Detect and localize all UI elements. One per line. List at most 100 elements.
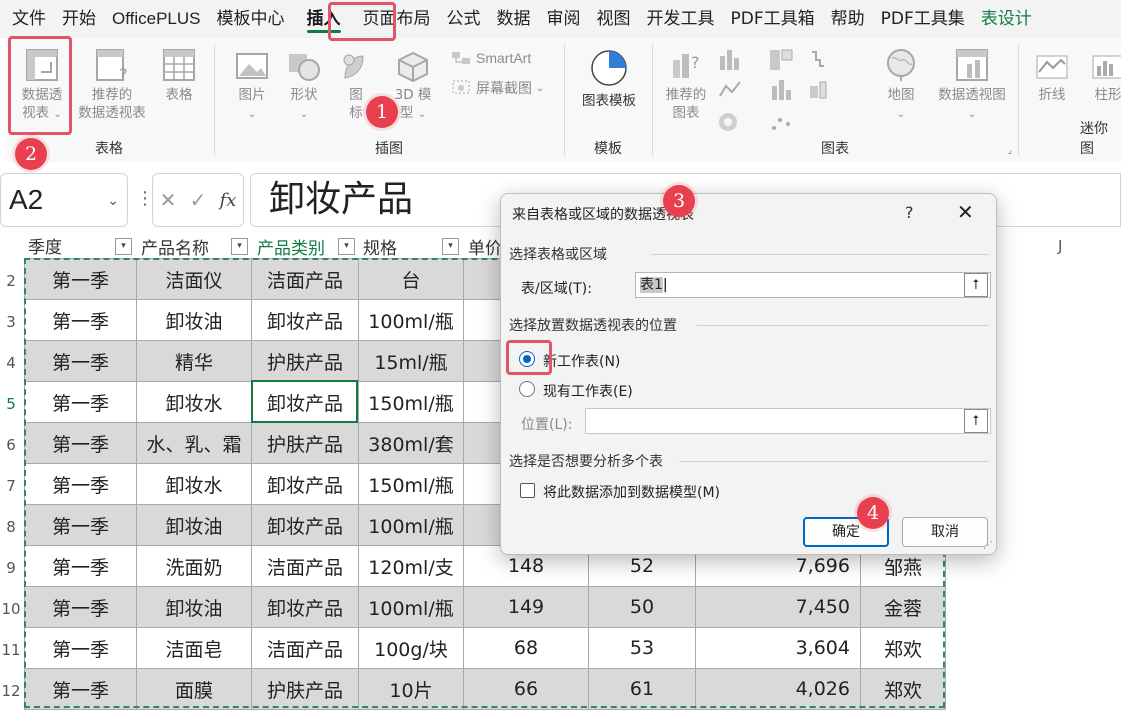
table-cell[interactable]: 卸妆产品 [252, 464, 359, 505]
cancel-button[interactable]: 取消 [902, 517, 988, 547]
scatter-chart-icon[interactable] [772, 118, 790, 130]
table-cell[interactable]: 卸妆油 [137, 300, 252, 341]
collapse-range-icon[interactable]: ⭡ [964, 273, 988, 297]
table-cell[interactable]: 15ml/瓶 [359, 341, 464, 382]
table-cell[interactable]: 卸妆产品 [252, 300, 359, 341]
menu-pdf-toolbox[interactable]: PDF工具箱 [723, 0, 823, 38]
table-cell[interactable]: 100ml/瓶 [359, 505, 464, 546]
table-cell[interactable]: 洁面产品 [252, 259, 359, 300]
filter-dropdown-icon[interactable]: ▾ [231, 238, 248, 255]
table-cell[interactable]: 61 [589, 669, 696, 710]
name-box[interactable]: A2 ⌄ [0, 173, 128, 227]
combo-chart-icon[interactable] [810, 82, 826, 98]
cancel-icon[interactable]: ✕ [160, 188, 177, 212]
menu-pdf-tools[interactable]: PDF工具集 [873, 0, 973, 38]
resize-grip-icon[interactable]: ⋰ [983, 540, 993, 551]
table-cell[interactable]: 7,450 [696, 587, 861, 628]
table-cell[interactable]: 洗面奶 [137, 546, 252, 587]
column-header-j[interactable]: J [1058, 237, 1062, 255]
row-number[interactable]: 10 [0, 600, 22, 618]
table-cell[interactable]: 洁面仪 [137, 259, 252, 300]
menu-formulas[interactable]: 公式 [439, 0, 489, 38]
menu-view[interactable]: 视图 [589, 0, 639, 38]
row-number[interactable]: 6 [0, 436, 22, 454]
table-cell[interactable]: 第一季 [25, 259, 137, 300]
close-icon[interactable]: ✕ [957, 200, 974, 224]
column-chart-icon[interactable] [720, 50, 739, 70]
table-cell[interactable]: 洁面产品 [252, 546, 359, 587]
stat-chart-icon[interactable] [772, 80, 791, 100]
table-cell[interactable]: 第一季 [25, 546, 137, 587]
filter-dropdown-icon[interactable]: ▾ [442, 238, 459, 255]
table-cell[interactable]: 护肤产品 [252, 423, 359, 464]
table-cell[interactable]: 洁面皂 [137, 628, 252, 669]
row-number[interactable]: 9 [0, 559, 22, 577]
menu-review[interactable]: 审阅 [539, 0, 589, 38]
table-cell[interactable]: 第一季 [25, 628, 137, 669]
recommended-pivot-button[interactable]: ? 推荐的 数据透视表 [72, 48, 152, 122]
sparkline-line-button[interactable]: 折线 [1032, 52, 1072, 104]
dialog-launcher-icon[interactable]: ⌟ [1007, 145, 1012, 156]
table-cell[interactable]: 149 [464, 587, 589, 628]
menu-help[interactable]: 帮助 [823, 0, 873, 38]
table-cell[interactable]: 卸妆产品 [252, 587, 359, 628]
row-number[interactable]: 2 [0, 272, 22, 290]
pivot-chart-button[interactable]: 数据透视图⌄ [932, 48, 1012, 124]
table-cell[interactable]: 水、乳、霜 [137, 423, 252, 464]
table-cell[interactable]: 150ml/瓶 [359, 382, 464, 423]
table-cell[interactable]: 100ml/瓶 [359, 300, 464, 341]
new-worksheet-label[interactable]: 新工作表(N) [543, 351, 620, 371]
map-chart-button[interactable]: 地图⌄ [876, 48, 926, 124]
table-cell[interactable]: 120ml/支 [359, 546, 464, 587]
menu-file[interactable]: 文件 [0, 0, 54, 38]
row-number[interactable]: 12 [0, 682, 22, 700]
location-input[interactable] [585, 408, 991, 434]
table-cell[interactable]: 精华 [137, 341, 252, 382]
menu-home[interactable]: 开始 [54, 0, 104, 38]
doughnut-chart-icon[interactable] [719, 113, 737, 131]
chart-template-button[interactable]: 图表模板 [574, 48, 644, 110]
table-cell[interactable]: 郑欢 [861, 669, 946, 710]
table-cell[interactable]: 53 [589, 628, 696, 669]
table-cell[interactable]: 66 [464, 669, 589, 710]
table-cell[interactable]: 3,604 [696, 628, 861, 669]
table-cell[interactable]: 68 [464, 628, 589, 669]
table-cell[interactable]: 第一季 [25, 423, 137, 464]
range-input[interactable]: 表1| [635, 272, 991, 298]
row-number[interactable]: 4 [0, 354, 22, 372]
table-cell[interactable]: 100g/块 [359, 628, 464, 669]
chevron-down-icon[interactable]: ⌄ [107, 174, 119, 226]
shapes-button[interactable]: 形状⌄ [282, 50, 326, 124]
picture-button[interactable]: 图片⌄ [230, 50, 274, 124]
table-cell[interactable]: 第一季 [25, 587, 137, 628]
table-cell[interactable]: 第一季 [25, 505, 137, 546]
table-cell[interactable]: 台 [359, 259, 464, 300]
row-number[interactable]: 11 [0, 641, 22, 659]
menu-data[interactable]: 数据 [489, 0, 539, 38]
table-cell[interactable]: 卸妆水 [137, 382, 252, 423]
table-cell[interactable]: 第一季 [25, 669, 137, 710]
table-cell[interactable]: 卸妆油 [137, 505, 252, 546]
recommended-charts-button[interactable]: ? 推荐的图表 [660, 48, 712, 122]
table-cell[interactable]: 100ml/瓶 [359, 587, 464, 628]
menu-template-center[interactable]: 模板中心 [209, 0, 293, 38]
table-cell[interactable]: 卸妆产品 [252, 505, 359, 546]
existing-worksheet-label[interactable]: 现有工作表(E) [543, 381, 633, 401]
smartart-button[interactable]: SmartArt [450, 48, 531, 68]
table-cell[interactable]: 第一季 [25, 300, 137, 341]
data-model-label[interactable]: 将此数据添加到数据模型(M) [543, 482, 720, 502]
table-cell[interactable]: 金蓉 [861, 587, 946, 628]
menu-developer[interactable]: 开发工具 [639, 0, 723, 38]
menu-page-layout[interactable]: 页面布局 [355, 0, 439, 38]
table-cell[interactable]: 护肤产品 [252, 341, 359, 382]
new-worksheet-radio[interactable] [519, 351, 535, 367]
menu-insert[interactable]: 插入 [293, 0, 355, 38]
table-cell[interactable]: 洁面产品 [252, 628, 359, 669]
table-cell[interactable]: 郑欢 [861, 628, 946, 669]
filter-dropdown-icon[interactable]: ▾ [338, 238, 355, 255]
table-cell[interactable]: 第一季 [25, 382, 137, 423]
menu-table-design[interactable]: 表设计 [973, 0, 1040, 38]
collapse-location-icon[interactable]: ⭡ [964, 409, 988, 433]
table-cell[interactable]: 卸妆油 [137, 587, 252, 628]
table-cell[interactable]: 第一季 [25, 464, 137, 505]
